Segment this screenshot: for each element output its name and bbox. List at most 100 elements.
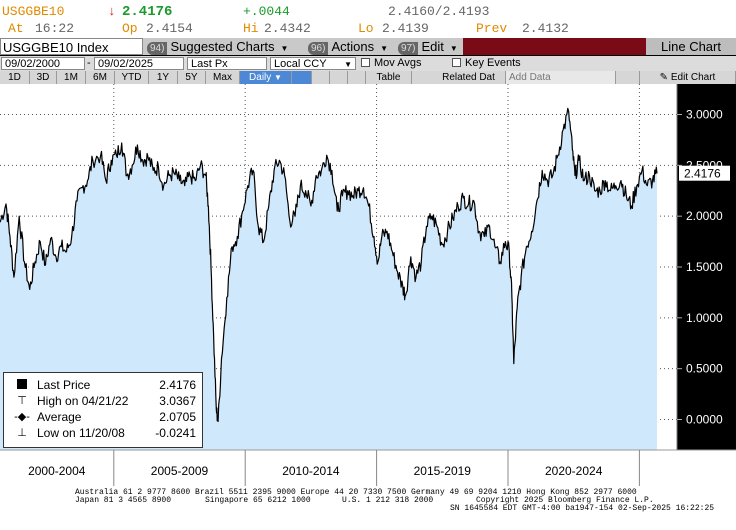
period-5y-button[interactable]: 5Y bbox=[178, 71, 206, 84]
chart-legend[interactable]: Last Price 2.4176 ⊤ High on 04/21/22 3.0… bbox=[3, 372, 203, 448]
period-1m-button[interactable]: 1M bbox=[57, 71, 86, 84]
chart-style-button[interactable] bbox=[292, 71, 312, 84]
period-6m-button[interactable]: 6M bbox=[86, 71, 115, 84]
checkbox-icon bbox=[452, 58, 461, 67]
x-tick-label: 2015-2019 bbox=[414, 464, 472, 478]
edit-label: Edit bbox=[421, 39, 444, 54]
period-ytd-button[interactable]: YTD bbox=[115, 71, 149, 84]
x-tick-label: 2010-2014 bbox=[282, 464, 340, 478]
legend-row: ⊤ High on 04/21/22 3.0367 bbox=[4, 393, 202, 409]
legend-value: 3.0367 bbox=[159, 394, 196, 408]
edit-shortcut: 97) bbox=[398, 42, 419, 55]
chevron-down-icon: ▼ bbox=[274, 73, 282, 82]
legend-row: -◆- Average 2.0705 bbox=[4, 409, 202, 425]
x-tick-label: 2005-2009 bbox=[151, 464, 209, 478]
chevron-down-icon: ▼ bbox=[280, 44, 289, 53]
low-label: Lo bbox=[358, 21, 374, 36]
frequency-label: Daily bbox=[249, 72, 272, 83]
y-tick-label: 1.0000 bbox=[686, 311, 723, 325]
suggested-charts-shortcut: 94) bbox=[147, 42, 168, 55]
chart-option-button[interactable] bbox=[616, 71, 640, 84]
legend-label: Last Price bbox=[37, 378, 91, 392]
chart-type-label[interactable]: Line Chart bbox=[646, 38, 736, 55]
currency-label: Local CCY bbox=[274, 58, 327, 70]
footer-contacts-singapore: Singapore 65 6212 1000 bbox=[205, 496, 311, 505]
legend-value: 2.0705 bbox=[159, 410, 196, 424]
period-toolbar: 1D 3D 1M 6M YTD 1Y 5Y Max Daily ▼ Table … bbox=[0, 71, 736, 84]
date-range-toolbar: 09/02/2000 - 09/02/2025 Last Px Local CC… bbox=[0, 56, 736, 71]
footer: Australia 61 2 9777 8600 Brazil 5511 239… bbox=[0, 486, 736, 530]
field-select[interactable]: Last Px bbox=[187, 57, 267, 70]
period-max-button[interactable]: Max bbox=[206, 71, 240, 84]
low-value: 2.4139 bbox=[382, 21, 429, 36]
average-marker-icon: -◆- bbox=[14, 411, 30, 423]
quote-header: USGGBE10 ↓ 2.4176 +.0044 2.4160/2.4193 A… bbox=[0, 0, 736, 38]
table-button[interactable]: Table bbox=[366, 71, 412, 84]
prev-value: 2.4132 bbox=[522, 21, 569, 36]
x-axis-panel bbox=[0, 450, 736, 486]
low-marker-icon: ⊥ bbox=[17, 427, 27, 439]
y-tick-label: 0.5000 bbox=[686, 362, 723, 376]
period-3d-button[interactable]: 3D bbox=[30, 71, 57, 84]
legend-value: -0.0241 bbox=[155, 426, 196, 440]
chart-option-button[interactable] bbox=[330, 71, 348, 84]
edit-chart-button[interactable]: ✎ Edit Chart bbox=[640, 71, 736, 84]
y-tick-label: 3.0000 bbox=[686, 108, 723, 122]
date-separator: - bbox=[87, 57, 91, 69]
period-1y-button[interactable]: 1Y bbox=[149, 71, 178, 84]
edit-chart-label: Edit Chart bbox=[670, 72, 716, 83]
related-data-button[interactable]: Related Dat bbox=[432, 71, 506, 84]
chevron-down-icon: ▼ bbox=[449, 44, 458, 53]
x-tick-label: 2020-2024 bbox=[545, 464, 603, 478]
chevron-down-icon: ▼ bbox=[344, 60, 352, 69]
actions-shortcut: 96) bbox=[308, 42, 329, 55]
edit-button[interactable]: 97) Edit ▼ bbox=[398, 38, 462, 55]
price-change: +.0044 bbox=[243, 4, 290, 19]
suggested-charts-label: Suggested Charts bbox=[170, 39, 275, 54]
suggested-charts-button[interactable]: 94) Suggested Charts ▼ bbox=[147, 38, 303, 55]
chart-option-button[interactable] bbox=[348, 71, 366, 84]
end-date-input[interactable]: 09/02/2025 bbox=[94, 57, 184, 70]
frequency-select[interactable]: Daily ▼ bbox=[240, 71, 292, 84]
square-swatch-icon bbox=[11, 377, 33, 393]
legend-row: ⊥ Low on 11/20/08 -0.0241 bbox=[4, 425, 202, 441]
actions-label: Actions bbox=[331, 39, 375, 54]
period-1d-button[interactable]: 1D bbox=[0, 71, 30, 84]
currency-select[interactable]: Local CCY ▼ bbox=[270, 57, 356, 70]
mov-avgs-label: Mov Avgs bbox=[374, 57, 422, 69]
high-label: Hi bbox=[243, 21, 259, 36]
open-label: Op bbox=[122, 21, 138, 36]
main-toolbar: USGGBE10 Index 94) Suggested Charts ▼ 96) A… bbox=[0, 38, 736, 55]
legend-label: Low on 11/20/08 bbox=[37, 426, 125, 440]
start-date-input[interactable]: 09/02/2000 bbox=[1, 57, 85, 70]
open-value: 2.4154 bbox=[146, 21, 193, 36]
chevron-down-icon: ▼ bbox=[380, 44, 389, 53]
mov-avgs-toggle[interactable]: Mov Avgs bbox=[361, 57, 422, 70]
down-arrow-icon: ↓ bbox=[108, 4, 116, 19]
security-field[interactable]: USGGBE10 Index bbox=[0, 38, 143, 55]
bid-ask: 2.4160/2.4193 bbox=[388, 4, 490, 19]
y-tick-label: 0.0000 bbox=[686, 413, 723, 427]
at-label: At bbox=[8, 21, 24, 36]
x-tick-label: 2000-2004 bbox=[28, 464, 86, 478]
footer-session-info: SN 1645584 EDT GMT-4:00 ba1947-154 02-Se… bbox=[450, 504, 715, 513]
pencil-icon: ✎ bbox=[659, 72, 669, 83]
footer-contacts-japan: Japan 81 3 4565 8900 bbox=[75, 496, 172, 505]
prev-label: Prev bbox=[476, 21, 508, 36]
checkbox-icon bbox=[361, 58, 370, 67]
high-marker-icon: ⊤ bbox=[17, 395, 27, 407]
at-value: 16:22 bbox=[35, 21, 75, 36]
high-value: 2.4342 bbox=[264, 21, 311, 36]
y-tick-label: 1.5000 bbox=[686, 260, 723, 274]
legend-row: Last Price 2.4176 bbox=[4, 377, 202, 393]
add-data-input[interactable]: Add Data bbox=[506, 71, 616, 84]
title-accent-bar bbox=[463, 38, 646, 55]
legend-value: 2.4176 bbox=[159, 378, 196, 392]
last-value-label: 2.4176 bbox=[684, 167, 721, 181]
actions-button[interactable]: 96) Actions ▼ bbox=[308, 38, 394, 55]
key-events-label: Key Events bbox=[465, 57, 521, 69]
chart-option-button[interactable] bbox=[312, 71, 330, 84]
ticker-label: USGGBE10 bbox=[2, 4, 65, 19]
last-value-marker: 2.4176 bbox=[679, 165, 730, 181]
key-events-toggle[interactable]: Key Events bbox=[452, 57, 521, 70]
